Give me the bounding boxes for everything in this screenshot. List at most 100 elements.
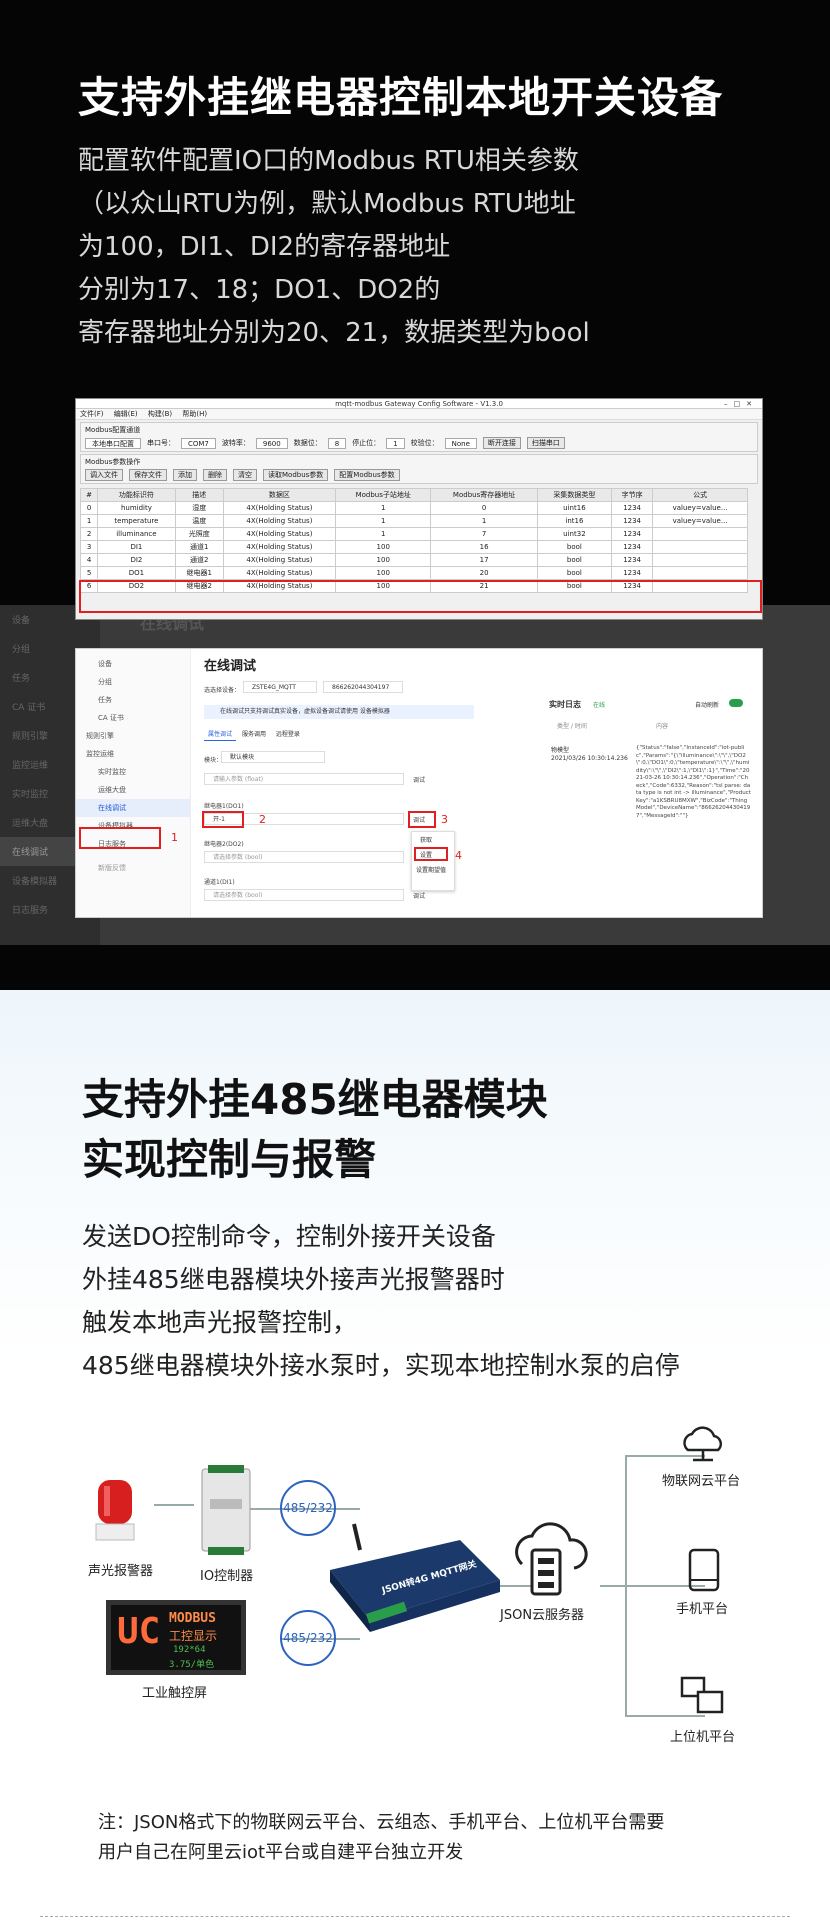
add-button[interactable]: 添加 [173, 469, 197, 481]
table-row[interactable]: 0 humidity 湿度 4X(Holding Status) 1 0 uint16 123… [79, 501, 748, 515]
menu-help[interactable]: 帮助(H) [182, 410, 207, 418]
channel-group: Modbus配置通道 本地串口配置 串口号： COM7 波特率： 9600 数据… [80, 422, 758, 452]
param-field[interactable]: 请输入参数 (float) [204, 773, 404, 785]
sidebar-item-ca[interactable]: CA 证书 [76, 709, 190, 727]
io-controller-label: IO控制器 [200, 1569, 254, 1584]
cloud-platform-label: 物联网云平台 [662, 1474, 741, 1489]
mode-select[interactable]: 本地串口配置 [85, 437, 141, 449]
delete-button[interactable]: 删除 [203, 469, 227, 481]
device-label: 选选择设备： [204, 687, 241, 694]
menu-build[interactable]: 构建(B) [148, 410, 172, 418]
desc-line: （以众山RTU为例，默认Modbus RTU地址 [78, 189, 576, 219]
disconnect-button[interactable]: 断开连接 [482, 437, 521, 449]
menu-file[interactable]: 文件(F) [80, 410, 104, 418]
debug-menu: 获取 设置 设置期望值 [411, 831, 455, 891]
sidebar-item-online-debug[interactable]: 在线调试 [76, 799, 190, 817]
table-cell: 5 [79, 566, 99, 580]
highlight-relay1 [202, 811, 244, 828]
column-header: Modbus子站地址 [335, 488, 432, 502]
table-cell: humidity [97, 501, 176, 515]
hmi-cn: 工控显示 [169, 1629, 218, 1643]
tab-remote[interactable]: 远程登录 [272, 729, 304, 740]
log-title: 实时日志 [549, 700, 581, 709]
config-modbus-button[interactable]: 配置Modbus参数 [334, 469, 400, 481]
table-cell: 1 [335, 514, 432, 528]
table-cell: 1234 [611, 553, 654, 567]
sidebar-item-monitor[interactable]: 实时监控 [76, 763, 190, 781]
sidebar-item-group[interactable]: 分组 [76, 673, 190, 691]
table-row[interactable]: 4 DI2 通道2 4X(Holding Status) 100 17 bool 1234 [79, 553, 748, 567]
hmi-v1: 192*64 [173, 1645, 206, 1655]
table-row[interactable]: 5 DO1 继电器1 4X(Holding Status) 100 20 bool 1234 [79, 566, 748, 580]
phone-icon [688, 1548, 720, 1592]
menu-edit[interactable]: 编辑(E) [114, 410, 138, 418]
menu-get[interactable]: 获取 [412, 832, 454, 847]
table-cell: uint32 [536, 527, 613, 541]
relay2-select[interactable]: 请选择参数 (bool) [204, 851, 404, 863]
desc-line: 外挂485继电器模块外接声光报警器时 [82, 1265, 505, 1294]
scan-port-button[interactable]: 扫描串口 [526, 437, 565, 449]
title-line: 实现控制与报警 [82, 1135, 377, 1184]
stopbits-select[interactable]: 1 [386, 437, 405, 449]
pc-icon [680, 1676, 724, 1714]
params-group: Modbus参数操作 调入文件 保存文件 添加 删除 清空 读取Modbus参数… [80, 454, 758, 484]
port-label: 串口号： [147, 439, 175, 447]
table-cell: temperature [97, 514, 176, 528]
sidebar-item-rules[interactable]: 规则引擎 [76, 727, 190, 745]
menu-set-expected[interactable]: 设置期望值 [412, 862, 454, 877]
table-cell: bool [536, 540, 613, 554]
log-col-type: 类型 / 时间 [557, 723, 587, 730]
sidebar-item-task[interactable]: 任务 [76, 691, 190, 709]
highlight-debug [408, 811, 436, 828]
desc-line: 发送DO控制命令，控制外接开关设备 [82, 1222, 496, 1251]
table-cell: 4X(Holding Status) [222, 540, 337, 554]
io-controller-icon [201, 1465, 251, 1555]
clear-button[interactable]: 清空 [233, 469, 257, 481]
databits-select[interactable]: 8 [327, 437, 347, 449]
port-select[interactable]: COM7 [181, 437, 216, 449]
sidebar-item-dashboard[interactable]: 运维大盘 [76, 781, 190, 799]
marker-3: 3 [441, 813, 448, 826]
highlight-online-debug [79, 827, 161, 849]
sidebar-item-ops[interactable]: 监控运维 [76, 745, 190, 763]
cloud-platform-icon [683, 1426, 723, 1462]
save-file-button[interactable]: 保存文件 [129, 469, 167, 481]
channel1-select[interactable]: 请选择参数 (bool) [204, 889, 404, 901]
module-select[interactable]: 默认模块 [221, 751, 325, 763]
tab-property[interactable]: 属性调试 [204, 729, 237, 741]
table-body: 0 humidity 湿度 4X(Holding Status) 1 0 uint16 123… [79, 501, 748, 593]
device-id-select[interactable]: 866262044304197 [323, 681, 403, 693]
highlight-do-rows [79, 580, 762, 613]
table-cell: 4X(Holding Status) [222, 553, 337, 567]
pc-label: 上位机平台 [670, 1730, 736, 1745]
table-cell: 1 [430, 514, 538, 528]
connector [600, 1585, 625, 1587]
table-row[interactable]: 3 DI1 通道1 4X(Holding Status) 100 16 bool 1234 [79, 540, 748, 554]
table-row[interactable]: 1 temperature 温度 4X(Holding Status) 1 1 int16 1… [79, 514, 748, 528]
table-cell: bool [536, 553, 613, 567]
topology-diagram: 声光报警器 IO控制器 485/232 485/232 UC MODBUS 工控… [80, 1420, 760, 1760]
table-cell: 100 [335, 553, 432, 567]
hmi-uc: UC [117, 1611, 161, 1652]
table-cell: valuey=value... [652, 501, 748, 515]
window-controls[interactable]: –□✕ [724, 399, 758, 409]
sidebar-feedback[interactable]: 新版反馈 [76, 859, 190, 877]
log-status: 在线 [593, 702, 606, 709]
table-row[interactable]: 2 illuminance 光照度 4X(Holding Status) 1 7 uint3… [79, 527, 748, 541]
desc-line: 485继电器模块外接水泵时，实现本地控制水泵的启停 [82, 1351, 680, 1380]
auto-refresh-toggle[interactable] [729, 699, 743, 707]
tab-service[interactable]: 服务调用 [238, 729, 270, 740]
title-line: 支持外挂485继电器模块 [82, 1075, 548, 1124]
column-header: 采集数据类型 [536, 488, 613, 502]
alarm-label: 声光报警器 [88, 1564, 154, 1579]
debug-link[interactable]: 调试 [413, 775, 425, 784]
table-cell: 1 [335, 501, 432, 515]
baud-select[interactable]: 9600 [255, 437, 288, 449]
sidebar-item-device[interactable]: 设备 [76, 655, 190, 673]
connector [154, 1504, 194, 1506]
device-select[interactable]: ZSTE4G_MQTT [243, 681, 317, 693]
load-file-button[interactable]: 调入文件 [85, 469, 123, 481]
debug-link-2[interactable]: 调试 [413, 891, 425, 900]
parity-select[interactable]: None [444, 437, 477, 449]
read-modbus-button[interactable]: 读取Modbus参数 [263, 469, 329, 481]
